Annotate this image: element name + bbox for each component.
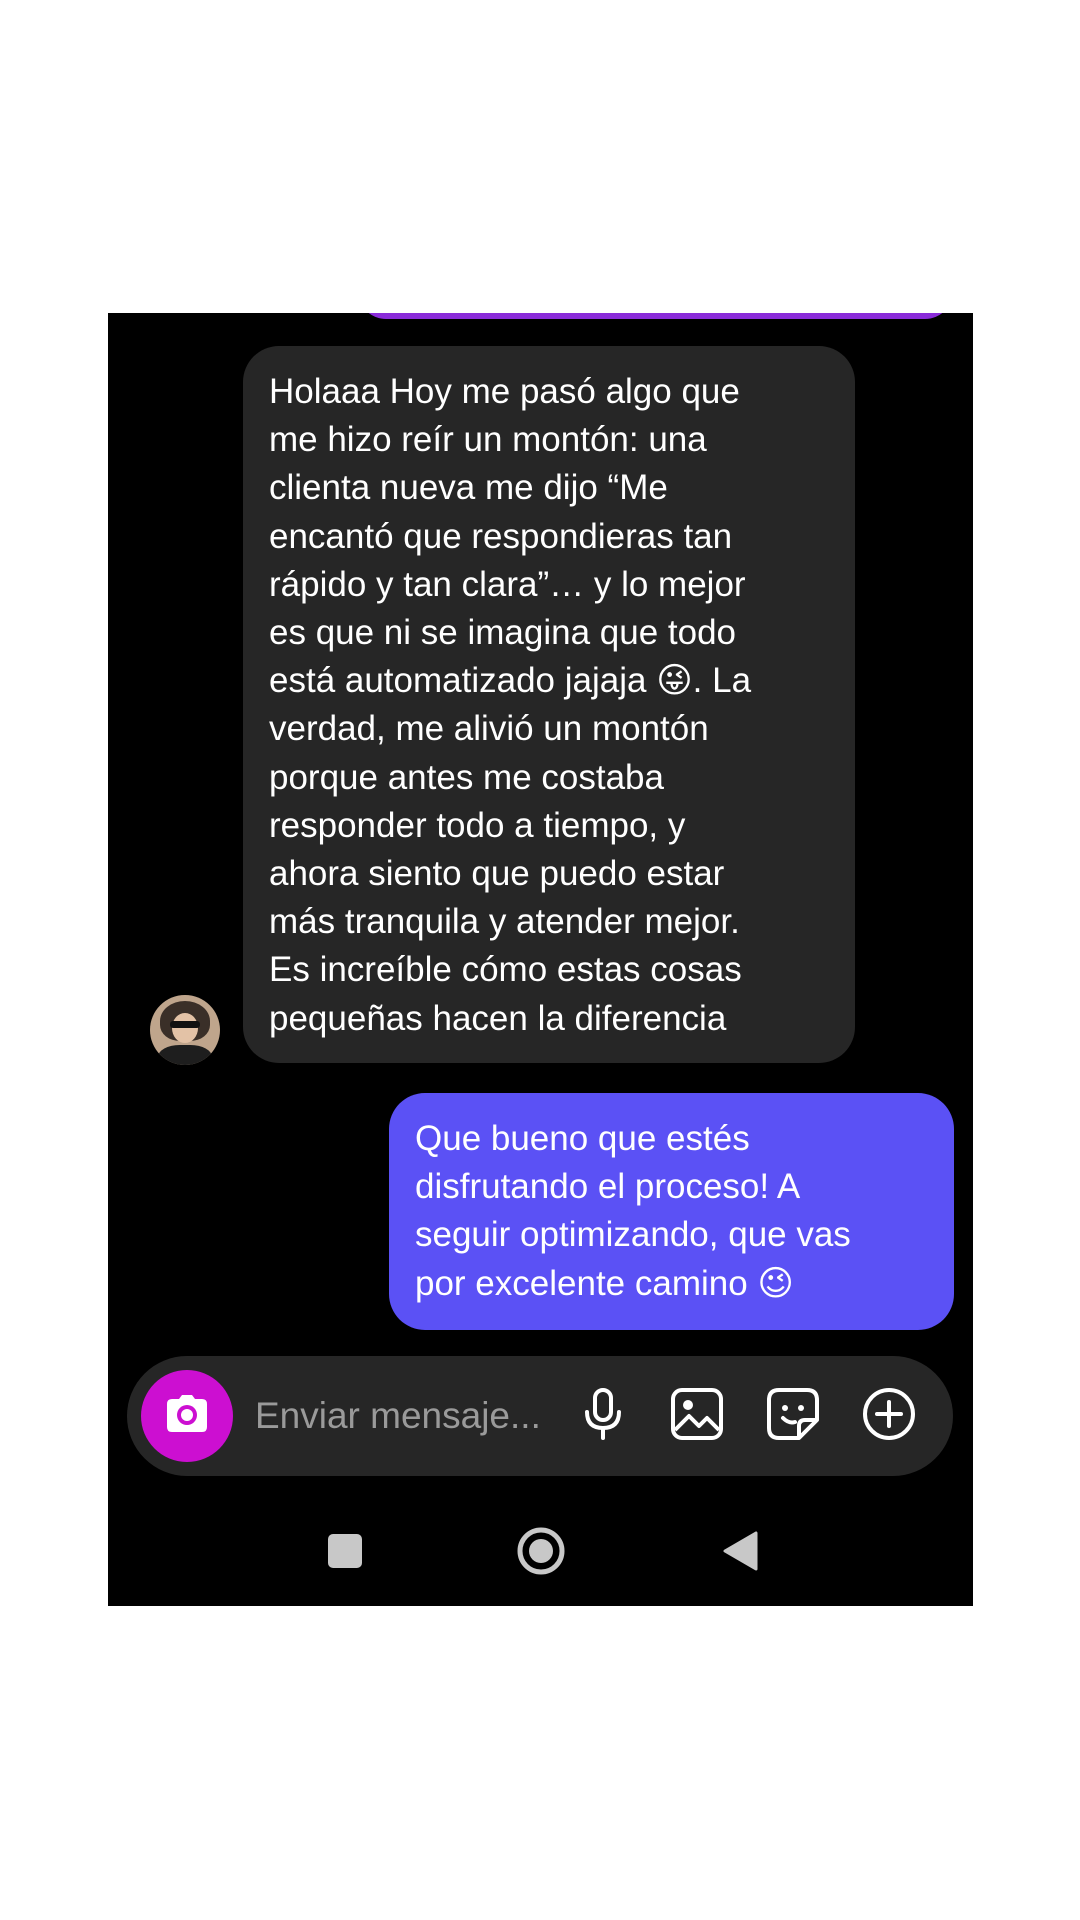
back-button[interactable] (712, 1525, 768, 1581)
incoming-message-bubble[interactable]: Holaaa Hoy me pasó algo que me hizo reír… (243, 346, 855, 1063)
camera-icon (162, 1389, 212, 1444)
gallery-button[interactable] (667, 1386, 727, 1446)
avatar-face (172, 1013, 198, 1043)
back-triangle-icon (720, 1529, 760, 1578)
microphone-button[interactable] (573, 1386, 633, 1446)
home-circle-icon (516, 1526, 566, 1581)
message-composer (127, 1356, 953, 1476)
chat-screen: Holaaa Hoy me pasó algo que me hizo reír… (108, 313, 973, 1606)
camera-button[interactable] (141, 1370, 233, 1462)
message-input[interactable] (255, 1386, 575, 1446)
sticker-button[interactable] (763, 1386, 823, 1446)
avatar-body (158, 1045, 212, 1065)
microphone-icon (578, 1386, 628, 1447)
recents-square-icon (325, 1531, 365, 1576)
previous-message-bubble-edge (358, 313, 953, 319)
home-button[interactable] (513, 1525, 569, 1581)
avatar-glasses (170, 1021, 200, 1028)
contact-avatar[interactable] (150, 995, 220, 1065)
recents-button[interactable] (317, 1525, 373, 1581)
more-button[interactable] (859, 1386, 919, 1446)
sticker-icon (765, 1386, 821, 1447)
image-icon (669, 1386, 725, 1447)
system-navigation-bar (108, 1503, 973, 1603)
plus-circle-icon (861, 1386, 917, 1447)
outgoing-message-bubble[interactable]: Que bueno que estés disfrutando el proce… (389, 1093, 954, 1330)
